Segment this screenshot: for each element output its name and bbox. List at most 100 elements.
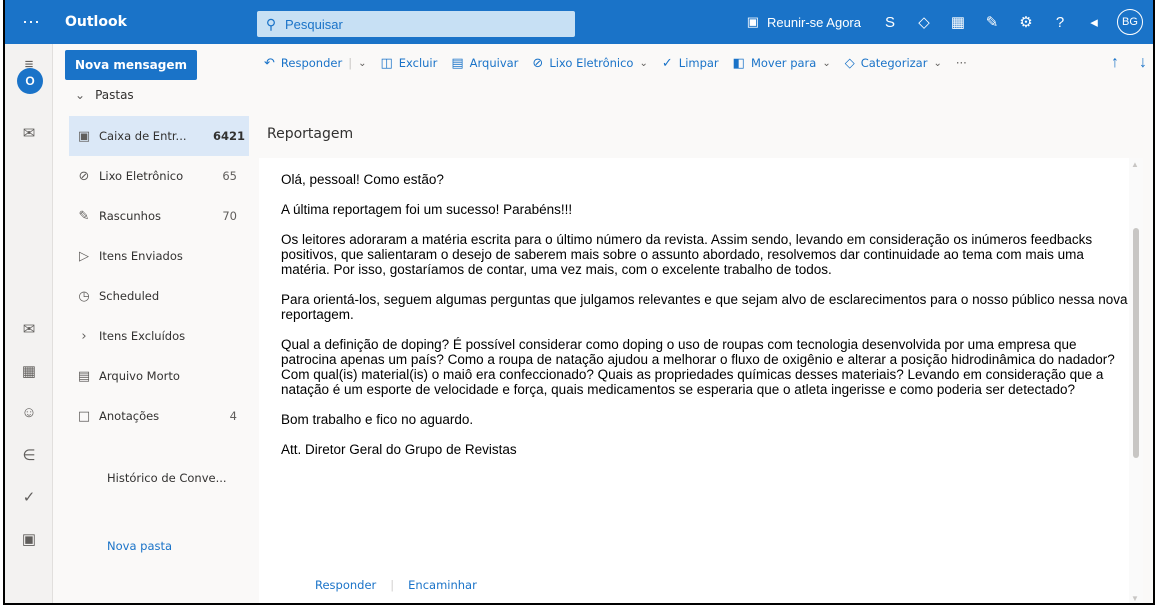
settings-gear-icon[interactable]: ⚙ [1009,0,1043,44]
folder-sent[interactable]: ▷ Itens Enviados [69,236,249,276]
broom-icon: ✓ [661,55,673,71]
folder-label: Itens Excluídos [99,329,186,343]
toolbar-commands: ↶ Responder | ⌄ ◫ Excluir ▤ Arquivar ⊘ L… [259,44,972,82]
reply-button[interactable]: ↶ Responder | ⌄ [259,56,371,71]
office-icon[interactable]: ▦ [941,0,975,44]
chevron-down-icon: ⌄ [822,57,831,69]
reading-pane: Reportagem Olá, pessoal! Como estão? A ú… [249,82,1153,603]
junk-button[interactable]: ⊘ Lixo Eletrônico ⌄ [527,56,652,71]
arrow-up-icon[interactable]: ↑ [1111,54,1119,72]
sweep-button[interactable]: ✓ Limpar [657,56,724,71]
folders-header[interactable]: ⌄ Pastas [75,88,134,102]
unread-count: 65 [222,169,237,183]
reply-label: Responder [280,56,343,70]
folder-scheduled[interactable]: ◷ Scheduled [69,276,249,316]
delete-button[interactable]: ◫ Excluir [375,56,442,71]
folder-label: Itens Enviados [99,249,183,263]
skype-icon[interactable]: S [873,0,907,44]
message-body: Olá, pessoal! Como estão? A última repor… [281,172,1131,472]
meet-now-label: Reunir-se Agora [767,14,861,30]
chevron-down-icon[interactable]: ⌄ [358,58,366,69]
video-camera-icon: ▣ [746,14,760,29]
message-paragraph: Olá, pessoal! Como estão? [281,172,444,187]
message-subject: Reportagem [267,126,354,142]
folder-archive[interactable]: ▤ Arquivo Morto [69,356,249,396]
scroll-up-arrow-icon[interactable]: ▲ [1131,160,1139,169]
top-bar: ⋯ Outlook ⚲ Pesquisar ▣ Reunir-se Agora … [5,0,1153,44]
mail-icon[interactable]: ✉ [5,124,53,142]
new-message-button[interactable]: Nova mensagem [65,50,197,80]
message-paragraph: Bom trabalho e fico no aguardo. [281,412,474,427]
arrow-down-icon[interactable]: ↓ [1139,54,1147,72]
megaphone-icon[interactable]: ◂ [1077,0,1111,44]
app-rail: ≡ O ✉ ✉ ▦ ☺ ∈ ✓ ▣ [5,44,53,603]
attachment-icon[interactable]: ∈ [5,446,53,464]
folder-deleted[interactable]: › Itens Excluídos [69,316,249,356]
archive-button[interactable]: ▤ Arquivar [446,56,523,71]
command-bar: Nova mensagem ↶ Responder | ⌄ ◫ Excluir … [53,44,1153,82]
calendar-icon[interactable]: ▦ [5,362,53,380]
categorize-button[interactable]: ◇ Categorizar ⌄ [840,56,947,71]
more-label: ··· [955,56,967,70]
folder-label: Lixo Eletrônico [99,169,184,183]
message-navigation: ↑ ↓ [1111,44,1147,82]
folder-drafts[interactable]: ✎ Rascunhos 70 [69,196,249,236]
meet-now-button[interactable]: ▣ Reunir-se Agora [747,14,861,30]
help-icon[interactable]: ? [1043,0,1077,44]
vertical-scrollbar[interactable]: ▲ ▼ [1129,158,1143,603]
search-box[interactable]: ⚲ Pesquisar [257,11,575,37]
categorize-label: Categorizar [860,56,928,70]
new-folder-link[interactable]: Nova pasta [107,539,172,553]
folder-conversation-history[interactable]: Histórico de Conve... [107,471,227,485]
avatar[interactable]: BG [1117,9,1143,35]
unread-count: 70 [222,209,237,223]
scrollbar-thumb[interactable] [1133,228,1139,458]
yammer-icon[interactable]: ▣ [5,530,53,548]
more-actions-button[interactable]: ··· [951,56,972,70]
folder-label: Arquivo Morto [99,369,180,383]
folder-junk[interactable]: ⊘ Lixo Eletrônico 65 [69,156,249,196]
unread-count: 4 [229,409,237,423]
folder-pane: ⌄ Pastas ▣ Caixa de Entr... 6421 ⊘ Lixo … [53,82,249,603]
folder-label: Caixa de Entr... [99,129,187,143]
folder-inbox[interactable]: ▣ Caixa de Entr... 6421 [69,116,249,156]
inbox-icon: ▣ [77,128,91,144]
folder-label: Rascunhos [99,209,161,223]
block-icon: ⊘ [532,55,544,71]
folder-notes[interactable]: □ Anotações 4 [69,396,249,436]
scroll-down-arrow-icon[interactable]: ▼ [1131,594,1139,603]
outlook-app-icon[interactable]: O [17,68,43,94]
move-to-button[interactable]: ◧ Mover para ⌄ [728,56,836,71]
reply-link[interactable]: Responder [315,578,376,592]
trash-icon: ◫ [380,55,393,71]
message-card: Olá, pessoal! Como estão? A última repor… [259,158,1143,603]
archive-label: Arquivar [469,56,519,70]
people-icon[interactable]: ☺ [5,404,53,421]
move-to-label: Mover para [750,56,817,70]
mail-icon[interactable]: ✉ [5,320,53,338]
sweep-label: Limpar [678,56,719,70]
tag-icon: ◇ [844,55,855,71]
message-paragraph: Para orientá-los, seguem algumas pergunt… [281,292,1128,322]
forward-link[interactable]: Encaminhar [408,578,477,592]
block-icon: ⊘ [78,168,90,184]
archive-icon: ▤ [451,55,464,71]
folder-label: Anotações [99,409,160,423]
chevron-right-icon[interactable]: › [69,329,99,344]
delete-label: Excluir [398,56,438,70]
top-right-actions: ▣ Reunir-se Agora S ◇ ▦ ✎ ⚙ ? ◂ BG [747,0,1153,44]
chevron-down-icon: ⌄ [639,57,648,69]
send-icon: ▷ [79,248,89,264]
chevron-down-icon: ⌄ [75,88,86,102]
todo-check-icon[interactable]: ✓ [5,488,53,506]
diamond-icon[interactable]: ◇ [907,0,941,44]
search-icon: ⚲ [265,15,277,32]
search-input[interactable]: Pesquisar [285,17,343,32]
folders-header-label: Pastas [95,88,134,102]
message-actions: Responder | Encaminhar [315,578,477,592]
move-folder-icon: ◧ [732,55,745,71]
message-paragraph: Qual a definição de doping? É possível c… [281,337,1115,397]
app-launcher-icon[interactable]: ⋯ [5,0,57,44]
app-brand[interactable]: Outlook [57,14,247,30]
feedback-icon[interactable]: ✎ [975,0,1009,44]
